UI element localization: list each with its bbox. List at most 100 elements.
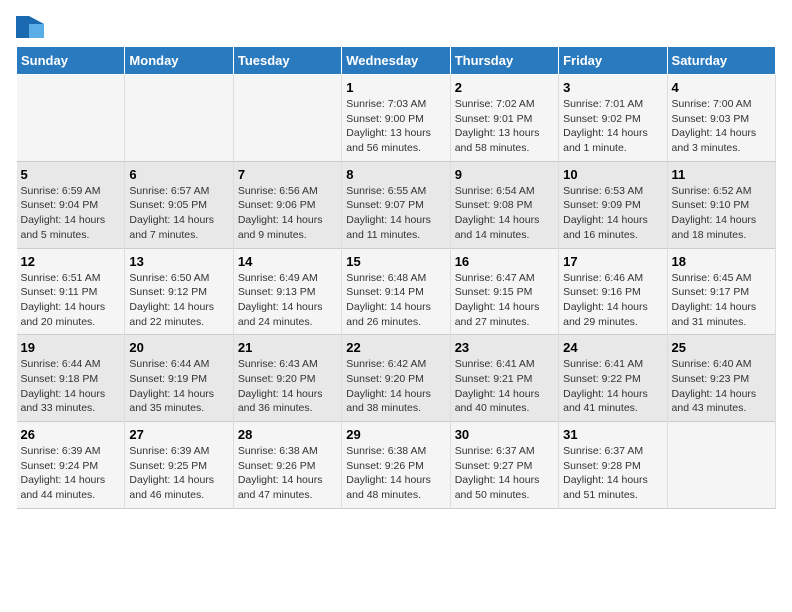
day-info: Sunrise: 6:56 AMSunset: 9:06 PMDaylight:… — [238, 184, 337, 243]
calendar-week-2: 5Sunrise: 6:59 AMSunset: 9:04 PMDaylight… — [17, 161, 776, 248]
day-number: 29 — [346, 427, 445, 442]
header-day-monday: Monday — [125, 47, 233, 75]
day-info: Sunrise: 6:41 AMSunset: 9:22 PMDaylight:… — [563, 357, 662, 416]
day-number: 9 — [455, 167, 554, 182]
day-number: 21 — [238, 340, 337, 355]
day-number: 5 — [21, 167, 121, 182]
calendar-cell: 13 Sunrise: 6:50 AMSunset: 9:12 PMDayligh… — [125, 248, 233, 335]
day-info: Sunrise: 6:54 AMSunset: 9:08 PMDaylight:… — [455, 184, 554, 243]
day-number: 3 — [563, 80, 662, 95]
calendar-cell: 19Sunrise: 6:44 AMSunset: 9:18 PMDayligh… — [17, 335, 125, 422]
day-info: Sunrise: 6:44 AMSunset: 9:19 PMDaylight:… — [129, 357, 228, 416]
day-info: Sunrise: 6:38 AMSunset: 9:26 PMDaylight:… — [238, 444, 337, 503]
calendar-cell: 14Sunrise: 6:49 AMSunset: 9:13 PMDayligh… — [233, 248, 341, 335]
day-number: 26 — [21, 427, 121, 442]
day-number: 22 — [346, 340, 445, 355]
day-info: Sunrise: 6:40 AMSunset: 9:23 PMDaylight:… — [672, 357, 771, 416]
calendar-cell: 10Sunrise: 6:53 AMSunset: 9:09 PMDayligh… — [559, 161, 667, 248]
day-info: Sunrise: 6:52 AMSunset: 9:10 PMDaylight:… — [672, 184, 771, 243]
calendar-cell: 21 Sunrise: 6:43 AMSunset: 9:20 PMDayligh… — [233, 335, 341, 422]
day-number: 24 — [563, 340, 662, 355]
day-info: Sunrise: 7:03 AMSunset: 9:00 PMDaylight:… — [346, 97, 445, 156]
calendar-cell: 23 Sunrise: 6:41 AMSunset: 9:21 PMDayligh… — [450, 335, 558, 422]
header-day-friday: Friday — [559, 47, 667, 75]
calendar-cell: 18 Sunrise: 6:45 AMSunset: 9:17 PMDayligh… — [667, 248, 775, 335]
calendar-cell: 9 Sunrise: 6:54 AMSunset: 9:08 PMDaylight… — [450, 161, 558, 248]
day-number: 15 — [346, 254, 445, 269]
day-number: 6 — [129, 167, 228, 182]
calendar-cell: 3Sunrise: 7:01 AMSunset: 9:02 PMDaylight… — [559, 75, 667, 162]
day-number: 23 — [455, 340, 554, 355]
day-number: 2 — [455, 80, 554, 95]
calendar-cell: 6 Sunrise: 6:57 AMSunset: 9:05 PMDaylight… — [125, 161, 233, 248]
calendar-cell: 24 Sunrise: 6:41 AMSunset: 9:22 PMDayligh… — [559, 335, 667, 422]
day-number: 7 — [238, 167, 337, 182]
calendar-cell: 29 Sunrise: 6:38 AMSunset: 9:26 PMDayligh… — [342, 422, 450, 509]
calendar-cell: 22 Sunrise: 6:42 AMSunset: 9:20 PMDayligh… — [342, 335, 450, 422]
calendar-cell: 1 Sunrise: 7:03 AMSunset: 9:00 PMDaylight… — [342, 75, 450, 162]
calendar-cell — [233, 75, 341, 162]
day-info: Sunrise: 6:42 AMSunset: 9:20 PMDaylight:… — [346, 357, 445, 416]
calendar-cell: 17Sunrise: 6:46 AMSunset: 9:16 PMDayligh… — [559, 248, 667, 335]
day-info: Sunrise: 6:55 AMSunset: 9:07 PMDaylight:… — [346, 184, 445, 243]
day-number: 12 — [21, 254, 121, 269]
calendar-cell — [17, 75, 125, 162]
day-info: Sunrise: 6:38 AMSunset: 9:26 PMDaylight:… — [346, 444, 445, 503]
day-info: Sunrise: 6:53 AMSunset: 9:09 PMDaylight:… — [563, 184, 662, 243]
header-day-wednesday: Wednesday — [342, 47, 450, 75]
day-number: 11 — [672, 167, 771, 182]
day-number: 19 — [21, 340, 121, 355]
calendar-cell: 2 Sunrise: 7:02 AMSunset: 9:01 PMDaylight… — [450, 75, 558, 162]
day-number: 18 — [672, 254, 771, 269]
day-info: Sunrise: 6:47 AMSunset: 9:15 PMDaylight:… — [455, 271, 554, 330]
day-number: 13 — [129, 254, 228, 269]
logo-icon — [16, 16, 44, 38]
day-number: 16 — [455, 254, 554, 269]
header — [16, 16, 776, 38]
day-number: 31 — [563, 427, 662, 442]
calendar-cell: 15 Sunrise: 6:48 AMSunset: 9:14 PMDayligh… — [342, 248, 450, 335]
calendar-cell: 30Sunrise: 6:37 AMSunset: 9:27 PMDayligh… — [450, 422, 558, 509]
day-number: 28 — [238, 427, 337, 442]
header-day-sunday: Sunday — [17, 47, 125, 75]
day-info: Sunrise: 6:43 AMSunset: 9:20 PMDaylight:… — [238, 357, 337, 416]
calendar-week-3: 12 Sunrise: 6:51 AMSunset: 9:11 PMDayligh… — [17, 248, 776, 335]
day-number: 1 — [346, 80, 445, 95]
calendar-cell: 28 Sunrise: 6:38 AMSunset: 9:26 PMDayligh… — [233, 422, 341, 509]
calendar-cell: 16 Sunrise: 6:47 AMSunset: 9:15 PMDayligh… — [450, 248, 558, 335]
day-info: Sunrise: 7:02 AMSunset: 9:01 PMDaylight:… — [455, 97, 554, 156]
calendar-week-4: 19Sunrise: 6:44 AMSunset: 9:18 PMDayligh… — [17, 335, 776, 422]
calendar-cell: 8 Sunrise: 6:55 AMSunset: 9:07 PMDaylight… — [342, 161, 450, 248]
day-info: Sunrise: 6:37 AMSunset: 9:28 PMDaylight:… — [563, 444, 662, 503]
calendar-cell: 4 Sunrise: 7:00 AMSunset: 9:03 PMDaylight… — [667, 75, 775, 162]
calendar-cell: 5Sunrise: 6:59 AMSunset: 9:04 PMDaylight… — [17, 161, 125, 248]
day-number: 27 — [129, 427, 228, 442]
day-info: Sunrise: 6:45 AMSunset: 9:17 PMDaylight:… — [672, 271, 771, 330]
day-info: Sunrise: 6:41 AMSunset: 9:21 PMDaylight:… — [455, 357, 554, 416]
calendar-cell: 20 Sunrise: 6:44 AMSunset: 9:19 PMDayligh… — [125, 335, 233, 422]
day-info: Sunrise: 6:46 AMSunset: 9:16 PMDaylight:… — [563, 271, 662, 330]
calendar-week-5: 26 Sunrise: 6:39 AMSunset: 9:24 PMDayligh… — [17, 422, 776, 509]
header-day-tuesday: Tuesday — [233, 47, 341, 75]
day-number: 25 — [672, 340, 771, 355]
header-day-saturday: Saturday — [667, 47, 775, 75]
day-number: 20 — [129, 340, 228, 355]
day-info: Sunrise: 6:48 AMSunset: 9:14 PMDaylight:… — [346, 271, 445, 330]
header-row: SundayMondayTuesdayWednesdayThursdayFrid… — [17, 47, 776, 75]
calendar-table: SundayMondayTuesdayWednesdayThursdayFrid… — [16, 46, 776, 509]
day-info: Sunrise: 6:39 AMSunset: 9:24 PMDaylight:… — [21, 444, 121, 503]
day-info: Sunrise: 7:00 AMSunset: 9:03 PMDaylight:… — [672, 97, 771, 156]
day-info: Sunrise: 6:51 AMSunset: 9:11 PMDaylight:… — [21, 271, 121, 330]
calendar-cell: 11 Sunrise: 6:52 AMSunset: 9:10 PMDayligh… — [667, 161, 775, 248]
day-info: Sunrise: 6:37 AMSunset: 9:27 PMDaylight:… — [455, 444, 554, 503]
day-info: Sunrise: 6:57 AMSunset: 9:05 PMDaylight:… — [129, 184, 228, 243]
day-info: Sunrise: 6:39 AMSunset: 9:25 PMDaylight:… — [129, 444, 228, 503]
calendar-cell: 31 Sunrise: 6:37 AMSunset: 9:28 PMDayligh… — [559, 422, 667, 509]
calendar-cell: 27 Sunrise: 6:39 AMSunset: 9:25 PMDayligh… — [125, 422, 233, 509]
day-info: Sunrise: 6:50 AMSunset: 9:12 PMDaylight:… — [129, 271, 228, 330]
day-number: 4 — [672, 80, 771, 95]
day-number: 14 — [238, 254, 337, 269]
calendar-week-1: 1 Sunrise: 7:03 AMSunset: 9:00 PMDaylight… — [17, 75, 776, 162]
day-number: 8 — [346, 167, 445, 182]
calendar-cell: 25 Sunrise: 6:40 AMSunset: 9:23 PMDayligh… — [667, 335, 775, 422]
